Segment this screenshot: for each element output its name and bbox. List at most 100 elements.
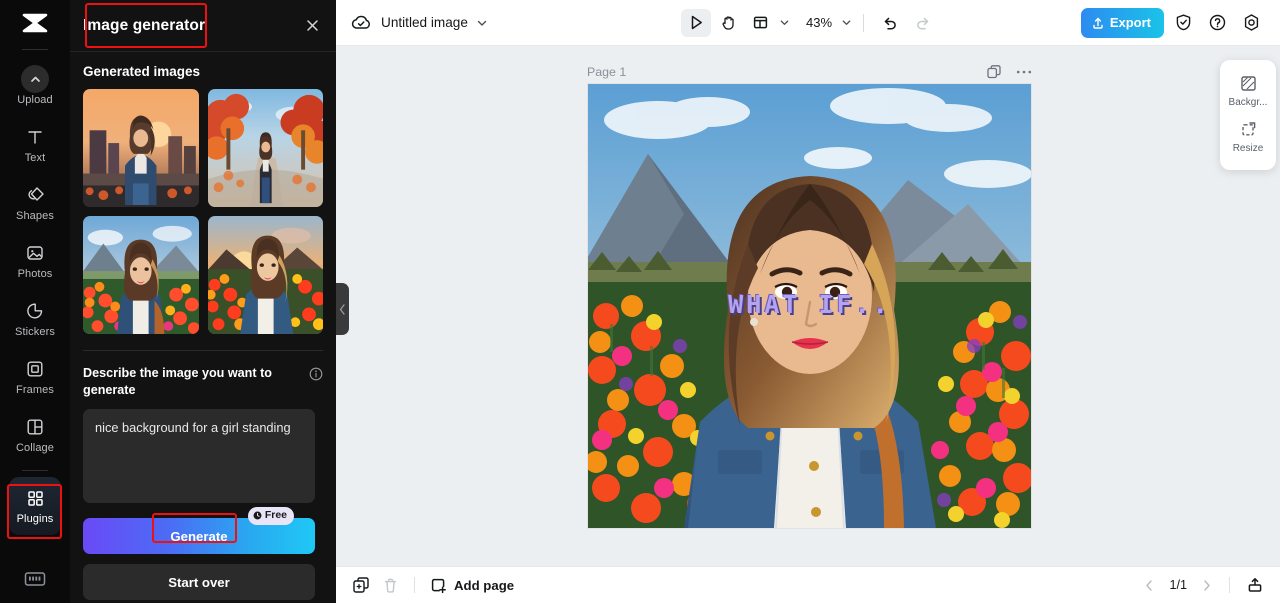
sidebar-item-label: Text — [24, 152, 46, 164]
page-header: Page 1 — [587, 64, 1032, 80]
right-floating-panel: Backgr... Resize — [1220, 60, 1276, 170]
shapes-icon — [25, 184, 46, 206]
export-label: Export — [1109, 15, 1151, 30]
left-sidebar: Upload Text Shapes Photos Stickers Frame… — [0, 0, 70, 603]
prompt-input[interactable] — [83, 409, 315, 503]
background-button[interactable]: Backgr... — [1220, 68, 1276, 114]
redo-button[interactable] — [907, 9, 937, 37]
sidebar-item-upload[interactable]: Upload — [9, 58, 61, 116]
artboard-page-1[interactable]: WHAT IF.. — [588, 84, 1031, 528]
start-over-button[interactable]: Start over — [83, 564, 315, 600]
bottom-right-actions: 1/1 — [1143, 576, 1264, 594]
panel-title: Image generator — [83, 16, 206, 34]
info-icon[interactable] — [309, 367, 323, 386]
overlay-text[interactable]: WHAT IF.. — [588, 290, 1031, 319]
prev-page-button[interactable] — [1143, 579, 1156, 592]
describe-label: Describe the image you want to generate — [83, 366, 272, 397]
capcut-logo[interactable] — [0, 0, 70, 46]
generated-image-thumb[interactable] — [83, 89, 199, 207]
duplicate-icon[interactable] — [352, 576, 370, 594]
resize-button[interactable]: Resize — [1220, 114, 1276, 160]
page-actions — [986, 64, 1032, 80]
add-page-icon — [430, 577, 447, 594]
generated-image-thumb[interactable] — [83, 216, 199, 334]
export-button[interactable]: Export — [1080, 7, 1164, 38]
free-badge: Free — [247, 507, 294, 525]
trash-icon — [382, 577, 399, 594]
sidebar-item-label: Photos — [17, 268, 53, 280]
sidebar-item-stickers[interactable]: Stickers — [9, 290, 61, 348]
select-tool[interactable] — [681, 8, 711, 37]
zoom-chevron-down-icon[interactable] — [841, 17, 852, 28]
panel-header: Image generator — [70, 0, 336, 52]
sticker-icon — [25, 300, 45, 322]
page-label: Page 1 — [587, 65, 627, 79]
collage-icon — [25, 416, 45, 438]
panel-collapse-handle[interactable] — [336, 283, 349, 335]
bottom-divider-2 — [1229, 577, 1230, 593]
generated-images-grid — [83, 89, 323, 334]
generated-image-thumb[interactable] — [207, 216, 323, 334]
chevron-left-icon — [339, 303, 346, 315]
resize-label: Resize — [1232, 143, 1264, 154]
sidebar-item-label: Stickers — [15, 326, 55, 338]
sidebar-item-label: Frames — [16, 384, 54, 396]
sidebar-item-label: Upload — [17, 94, 53, 106]
add-page-label: Add page — [454, 577, 515, 593]
help-question-icon[interactable] — [1202, 8, 1232, 38]
canvas-area[interactable]: Page 1 WHAT IF.. Backgr... Resize — [336, 46, 1280, 566]
toolbar-center-tools: 43% — [681, 8, 937, 37]
plugins-grid-icon — [26, 487, 45, 509]
add-page-button[interactable]: Add page — [430, 577, 514, 594]
upload-arrow-icon — [1091, 16, 1105, 30]
sidebar-divider — [22, 49, 48, 50]
text-t-icon — [25, 126, 45, 148]
toolbar-right: Export — [1080, 7, 1266, 38]
undo-button[interactable] — [875, 9, 905, 37]
sidebar-item-plugins[interactable]: Plugins — [9, 477, 61, 535]
panel-divider — [83, 350, 323, 351]
main-area: Untitled image 43% Export Page 1 WHAT IF… — [336, 0, 1280, 603]
image-generator-panel: Image generator Generated images Describ… — [70, 0, 336, 603]
more-options-icon[interactable] — [1016, 69, 1032, 75]
bottom-left-actions: Add page — [352, 576, 514, 594]
sidebar-divider-2 — [22, 470, 48, 471]
toolbar-divider — [863, 13, 865, 32]
sidebar-item-frames[interactable]: Frames — [9, 348, 61, 406]
sidebar-item-text[interactable]: Text — [9, 116, 61, 174]
resize-icon — [1239, 120, 1258, 139]
layout-chevron-down-icon[interactable] — [779, 17, 790, 28]
next-page-button[interactable] — [1200, 579, 1213, 592]
capcut-editor-window: Upload Text Shapes Photos Stickers Frame… — [0, 0, 1280, 603]
upload-chevron-icon — [21, 65, 49, 93]
generated-image-thumb[interactable] — [207, 89, 323, 207]
describe-row: Describe the image you want to generate — [83, 365, 323, 399]
close-icon[interactable] — [304, 17, 321, 34]
export-tray-icon[interactable] — [1246, 576, 1264, 594]
sidebar-item-shapes[interactable]: Shapes — [9, 174, 61, 232]
keyboard-shortcuts-icon[interactable] — [23, 570, 47, 593]
layout-tool[interactable] — [745, 9, 775, 37]
shield-check-icon[interactable] — [1168, 8, 1198, 38]
frames-icon — [25, 358, 45, 380]
sidebar-item-collage[interactable]: Collage — [9, 406, 61, 464]
clock-icon — [253, 511, 262, 520]
generated-images-title: Generated images — [83, 64, 201, 79]
bottom-divider — [414, 577, 415, 593]
settings-gear-icon[interactable] — [1236, 8, 1266, 38]
chevron-down-icon[interactable] — [476, 17, 488, 29]
duplicate-page-icon[interactable] — [986, 64, 1002, 80]
background-icon — [1239, 74, 1258, 93]
document-title[interactable]: Untitled image — [381, 15, 468, 30]
photo-icon — [25, 242, 45, 264]
sidebar-item-photos[interactable]: Photos — [9, 232, 61, 290]
sidebar-item-label: Plugins — [16, 513, 54, 525]
hand-tool[interactable] — [713, 9, 743, 37]
generate-area: Generate Free — [83, 507, 323, 554]
page-indicator: 1/1 — [1169, 578, 1187, 592]
free-badge-label: Free — [264, 509, 287, 521]
sidebar-item-label: Shapes — [16, 210, 54, 222]
cloud-saved-icon[interactable] — [350, 13, 372, 33]
zoom-level[interactable]: 43% — [806, 15, 832, 30]
background-label: Backgr... — [1228, 97, 1268, 108]
